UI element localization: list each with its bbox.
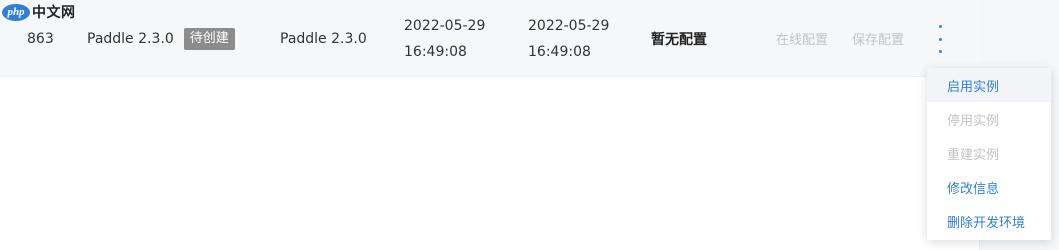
kebab-dot — [938, 37, 942, 41]
menu-item-stop-instance[interactable]: 停用实例 — [927, 102, 1051, 136]
more-actions-icon[interactable] — [931, 25, 949, 53]
menu-item-edit-info[interactable]: 修改信息 — [927, 170, 1051, 204]
status-badge: 待创建 — [183, 27, 235, 50]
kebab-dot — [938, 50, 942, 53]
instance-page: 863 Paddle 2.3.0 待创建 Paddle 2.3.0 2022-0… — [0, 0, 1059, 250]
online-config-button[interactable]: 在线配置 — [776, 0, 828, 77]
kebab-dot — [938, 25, 942, 28]
menu-item-delete-environment[interactable]: 删除开发环境 — [927, 204, 1051, 238]
menu-item-rebuild-instance[interactable]: 重建实例 — [927, 136, 1051, 170]
instance-name: Paddle 2.3.0 — [87, 30, 174, 47]
updated-time: 16:49:08 — [528, 43, 591, 60]
site-watermark: php 中文网 — [2, 2, 76, 22]
config-status: 暂无配置 — [651, 31, 707, 48]
instance-name-cell: Paddle 2.3.0 待创建 — [87, 0, 235, 77]
created-date: 2022-05-29 — [404, 17, 486, 34]
more-actions-menu: 启用实例 停用实例 重建实例 修改信息 删除开发环境 — [927, 68, 1051, 240]
menu-item-enable-instance[interactable]: 启用实例 — [927, 68, 1051, 102]
runtime-version: Paddle 2.3.0 — [280, 30, 367, 47]
updated-at: 2022-05-29 16:49:08 — [528, 0, 609, 77]
table-row: 863 Paddle 2.3.0 待创建 Paddle 2.3.0 2022-0… — [0, 0, 980, 77]
updated-date: 2022-05-29 — [528, 17, 610, 34]
created-time: 16:49:08 — [404, 43, 467, 60]
php-logo-text: php — [7, 6, 25, 18]
save-config-button[interactable]: 保存配置 — [852, 0, 904, 77]
php-logo-icon: php — [2, 3, 30, 21]
watermark-site-text: 中文网 — [32, 5, 76, 21]
created-at: 2022-05-29 16:49:08 — [404, 0, 485, 77]
